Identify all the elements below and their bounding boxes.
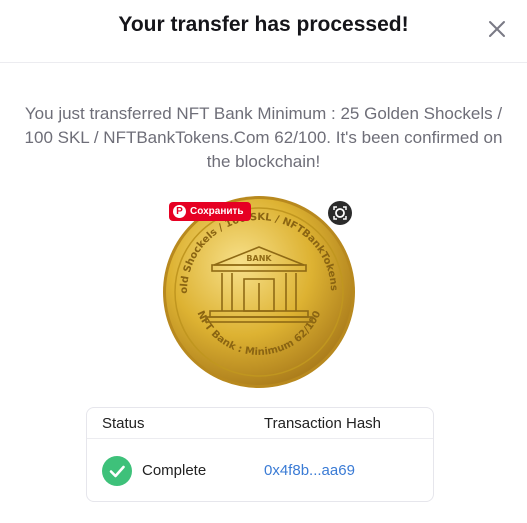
check-circle-icon bbox=[102, 456, 132, 486]
table-divider bbox=[87, 438, 433, 439]
status-header: Status bbox=[102, 415, 145, 432]
transaction-hash-link[interactable]: 0x4f8b...aa69 bbox=[264, 462, 355, 479]
confirmation-message: You just transferred NFT Bank Minimum : … bbox=[24, 104, 503, 171]
status-value: Complete bbox=[142, 462, 207, 479]
lens-search-icon[interactable] bbox=[328, 201, 352, 225]
pinterest-save-button[interactable]: P Сохранить bbox=[169, 202, 251, 221]
modal-title: Your transfer has processed! bbox=[118, 13, 409, 36]
coin-building-text: BANK bbox=[246, 254, 272, 263]
pin-save-label: Сохранить bbox=[190, 206, 244, 217]
hash-header: Transaction Hash bbox=[264, 415, 381, 432]
pinterest-icon: P bbox=[173, 205, 186, 218]
close-icon[interactable] bbox=[486, 18, 508, 40]
transfer-modal: Your transfer has processed! You just tr… bbox=[0, 0, 527, 523]
transaction-table: Status Transaction Hash Complete 0x4f8b.… bbox=[86, 407, 434, 502]
modal-header: Your transfer has processed! bbox=[0, 0, 527, 63]
